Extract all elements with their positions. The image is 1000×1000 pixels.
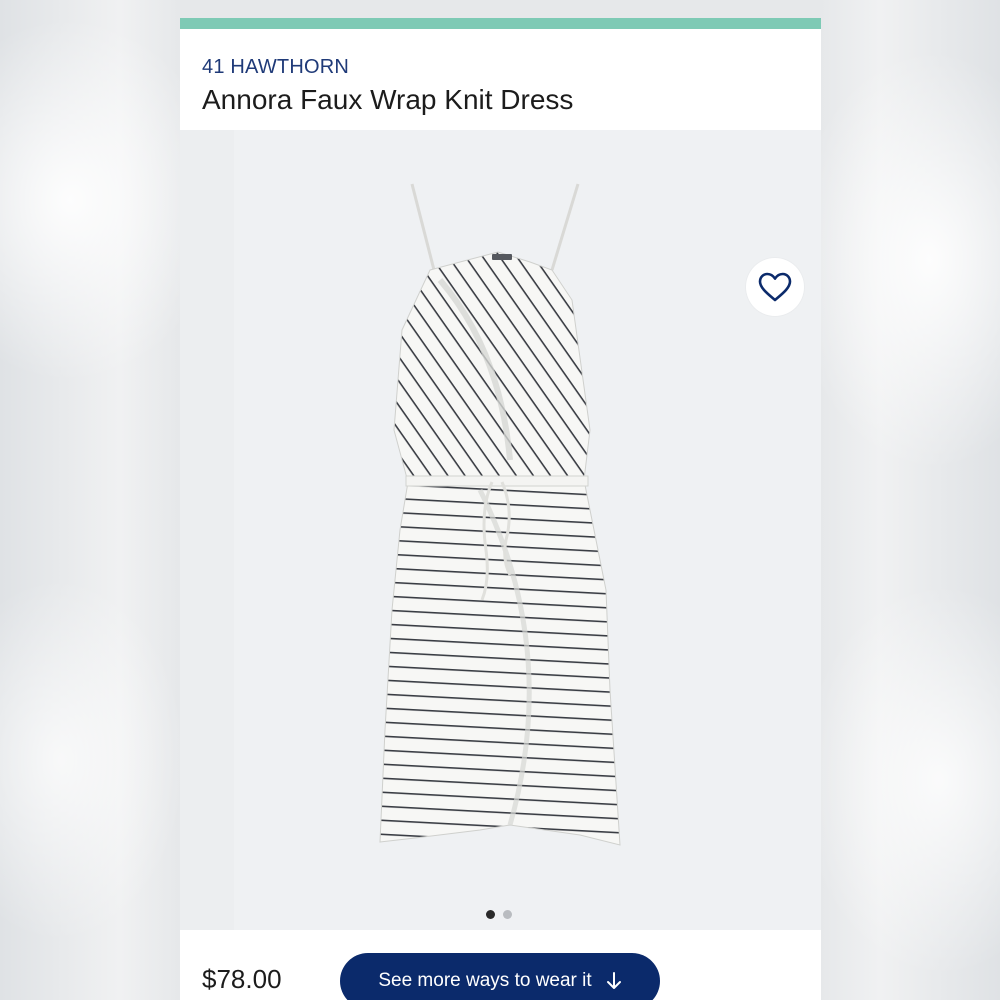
product-image-carousel[interactable]: See more ways to wear it (180, 130, 821, 1000)
brand-name: 41 HAWTHORN (202, 56, 350, 78)
see-more-ways-button[interactable]: See more ways to wear it (340, 953, 660, 1000)
product-price: $78.00 (202, 964, 282, 994)
product-card: 41 HAWTHORN Annora Faux Wrap Knit Dress (180, 18, 821, 1000)
favorite-button[interactable] (746, 258, 804, 316)
arrow-down-icon (606, 972, 621, 989)
product-title: Annora Faux Wrap Knit Dress (202, 84, 574, 115)
accent-bar (180, 18, 821, 29)
carousel-dot-2[interactable] (503, 910, 512, 919)
carousel-dot-1[interactable] (486, 910, 495, 919)
see-more-ways-label: See more ways to wear it (378, 970, 592, 991)
product-image-dress (379, 183, 621, 846)
carousel-dots (486, 910, 512, 919)
heart-outline-icon (758, 272, 792, 302)
